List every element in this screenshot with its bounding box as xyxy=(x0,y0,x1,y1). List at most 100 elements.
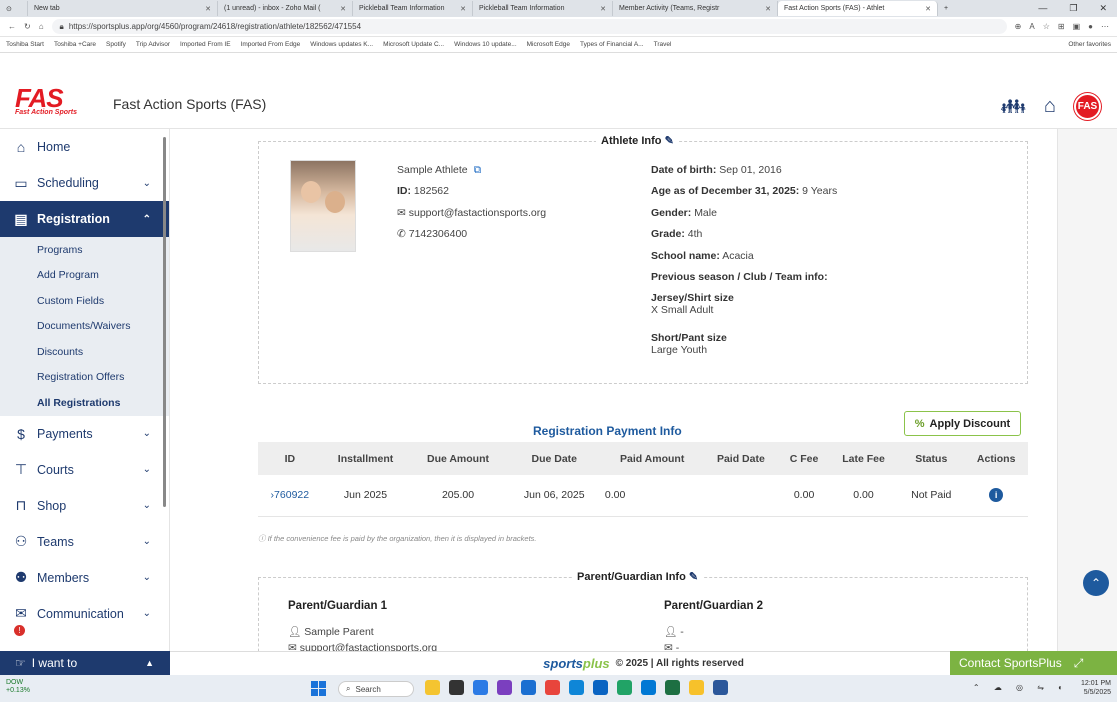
zoom-icon[interactable]: ⊕ xyxy=(1015,22,1022,31)
browser-tab[interactable]: (1 unread) - inbox - Zoho Mail (✕ xyxy=(218,1,353,16)
file-explorer-icon[interactable] xyxy=(689,680,704,695)
sidebar-item-registration[interactable]: ▤ Registration ⌃ xyxy=(0,201,169,237)
url-field[interactable]: 🔒︎ https://sportsplus.app/org/4560/progra… xyxy=(51,19,1007,34)
back-icon[interactable]: ← xyxy=(8,22,16,31)
close-icon[interactable]: ✕ xyxy=(765,5,771,13)
contact-sportsplus-button[interactable]: Contact SportsPlus ⤢ xyxy=(950,651,1117,675)
edit-pencil-icon[interactable]: ✎ xyxy=(689,571,698,583)
favorite-link[interactable]: Toshiba +Care xyxy=(54,41,96,48)
sidebar-subitem-registration-offers[interactable]: Registration Offers xyxy=(0,364,169,390)
chrome-icon[interactable] xyxy=(545,680,560,695)
table-row[interactable]: ›760922 Jun 2025 205.00 Jun 06, 2025 0.0… xyxy=(258,475,1028,517)
app-icon[interactable] xyxy=(641,680,656,695)
teams-app-icon[interactable] xyxy=(497,680,512,695)
sidebar-scrollbar[interactable] xyxy=(163,137,166,507)
favorite-link[interactable]: Travel xyxy=(654,41,672,48)
sidebar-item-members[interactable]: ⚉ Members ⌄ xyxy=(0,560,169,596)
extensions-icon[interactable]: ⊞ xyxy=(1058,22,1065,31)
athlete-email-row: ✉ support@fastactionsports.org xyxy=(397,207,546,219)
other-favorites-link[interactable]: Other favorites xyxy=(1068,41,1111,48)
chevron-down-icon: ⌄ xyxy=(142,608,151,619)
favorite-link[interactable]: Toshiba Start xyxy=(6,41,44,48)
taskbar-clock[interactable]: 12:01 PM 5/5/2025 xyxy=(1081,679,1111,697)
minimize-icon[interactable]: — xyxy=(1038,3,1047,14)
edge-icon[interactable] xyxy=(569,680,584,695)
new-tab-button[interactable]: + xyxy=(938,1,954,16)
system-tray[interactable]: ⌃ ☁ ◎ ⇋ ◐ xyxy=(973,683,1069,692)
stock-widget[interactable]: DOW +0.13% xyxy=(6,679,30,695)
sidebar-item-courts[interactable]: ⊤ Courts ⌄ xyxy=(0,452,169,488)
col-status: Status xyxy=(898,442,965,475)
close-icon[interactable]: ✕ xyxy=(460,5,466,13)
profile-icon[interactable]: ● xyxy=(1088,22,1093,31)
fas-logo[interactable]: FAS Fast Action Sports xyxy=(15,83,77,116)
actions-cell: i xyxy=(964,475,1028,517)
favorite-link[interactable]: Windows updates K... xyxy=(310,41,373,48)
sidebar-subitem-custom-fields[interactable]: Custom Fields xyxy=(0,288,169,314)
sidebar-item-teams[interactable]: ⚇ Teams ⌄ xyxy=(0,524,169,560)
sidebar-subitem-documents-waivers[interactable]: Documents/Waivers xyxy=(0,313,169,339)
collections-icon[interactable]: ▣ xyxy=(1073,22,1081,31)
sidebar-item-scheduling[interactable]: ▭ Scheduling ⌄ xyxy=(0,165,169,201)
app-icon[interactable] xyxy=(617,680,632,695)
browser-tab[interactable]: Pickleball Team Information ✕ xyxy=(473,1,613,16)
mail-app-icon[interactable] xyxy=(521,680,536,695)
i-want-to-button[interactable]: ☞ I want to ▲ xyxy=(0,651,170,675)
favorite-link[interactable]: Spotify xyxy=(106,41,126,48)
widgets-icon[interactable] xyxy=(425,680,440,695)
favorite-link[interactable]: Microsoft Edge xyxy=(527,41,570,48)
org-badge-icon[interactable]: FAS xyxy=(1074,93,1101,120)
sidebar-item-shop[interactable]: ⊓ Shop ⌄ xyxy=(0,488,169,524)
favorite-star-icon[interactable]: ☆ xyxy=(1043,22,1050,31)
windows-start-icon[interactable] xyxy=(311,681,326,696)
excel-icon[interactable] xyxy=(665,680,680,695)
app-icon[interactable] xyxy=(473,680,488,695)
task-view-icon[interactable] xyxy=(449,680,464,695)
caret-up-icon: ▲ xyxy=(145,658,154,668)
browser-tab[interactable]: New tab ✕ xyxy=(28,1,218,16)
refresh-icon[interactable]: ↻ xyxy=(24,22,31,31)
close-window-icon[interactable]: ✕ xyxy=(1099,3,1107,14)
info-icon[interactable]: i xyxy=(989,488,1004,503)
browser-menu-icon[interactable]: ⊙ xyxy=(0,1,28,16)
close-icon[interactable]: ✕ xyxy=(205,5,211,13)
close-icon[interactable]: ✕ xyxy=(600,5,606,13)
word-icon[interactable] xyxy=(713,680,728,695)
more-icon[interactable]: ⋯ xyxy=(1101,22,1109,31)
close-icon[interactable]: ✕ xyxy=(340,5,346,13)
sidebar-item-payments[interactable]: $ Payments ⌄ xyxy=(0,416,169,452)
guardian-1-email: support@fastactionsports.org xyxy=(299,642,438,651)
sidebar-subitem-add-program[interactable]: Add Program xyxy=(0,262,169,288)
sidebar-item-home[interactable]: ⌂ Home xyxy=(0,129,169,165)
taskbar-search[interactable]: ⌕ Search xyxy=(338,681,414,697)
sidebar-subitem-all-registrations[interactable]: All Registrations xyxy=(0,390,169,416)
main-content: Athlete Info ✎ Sample Athlete ⧉ ID: 18256… xyxy=(170,129,1117,651)
apply-discount-label: Apply Discount xyxy=(929,417,1011,430)
maximize-icon[interactable]: ❐ xyxy=(1069,3,1077,14)
favorite-link[interactable]: Imported From Edge xyxy=(241,41,301,48)
home-org-icon[interactable]: ⌂ xyxy=(1044,95,1056,118)
sidebar-subitem-discounts[interactable]: Discounts xyxy=(0,339,169,365)
favorite-link[interactable]: Imported From IE xyxy=(180,41,231,48)
home-browser-icon[interactable]: ⌂ xyxy=(39,22,44,31)
favorite-link[interactable]: Microsoft Update C... xyxy=(383,41,444,48)
external-link-icon[interactable]: ⧉ xyxy=(474,164,482,176)
favorite-link[interactable]: Windows 10 update... xyxy=(454,41,517,48)
installment-cell: Jun 2025 xyxy=(321,475,410,517)
outlook-icon[interactable] xyxy=(593,680,608,695)
browser-tab[interactable]: Member Activity (Teams, Registr ✕ xyxy=(613,1,778,16)
close-icon[interactable]: ✕ xyxy=(925,5,931,13)
favorite-link[interactable]: Trip Advisor xyxy=(136,41,170,48)
sidebar-subitem-programs[interactable]: Programs xyxy=(0,237,169,263)
favorite-link[interactable]: Types of Financial A... xyxy=(580,41,644,48)
edit-pencil-icon[interactable]: ✎ xyxy=(665,135,674,147)
apply-discount-button[interactable]: % Apply Discount xyxy=(904,411,1021,436)
family-icon[interactable]: 👪︎ xyxy=(1001,94,1026,119)
scroll-top-button[interactable]: ⌃ xyxy=(1083,570,1109,596)
sidebar-item-communication[interactable]: ✉ Communication ⌄ xyxy=(0,596,169,632)
browser-tab[interactable]: Pickleball Team Information ✕ xyxy=(353,1,473,16)
row-id-cell[interactable]: ›760922 xyxy=(258,475,322,517)
guardian-1-name-row: 👤︎ Sample Parent xyxy=(288,625,374,638)
browser-tab-active[interactable]: Fast Action Sports (FAS) - Athlet ✕ xyxy=(778,1,938,16)
read-aloud-icon[interactable]: A xyxy=(1029,22,1034,31)
